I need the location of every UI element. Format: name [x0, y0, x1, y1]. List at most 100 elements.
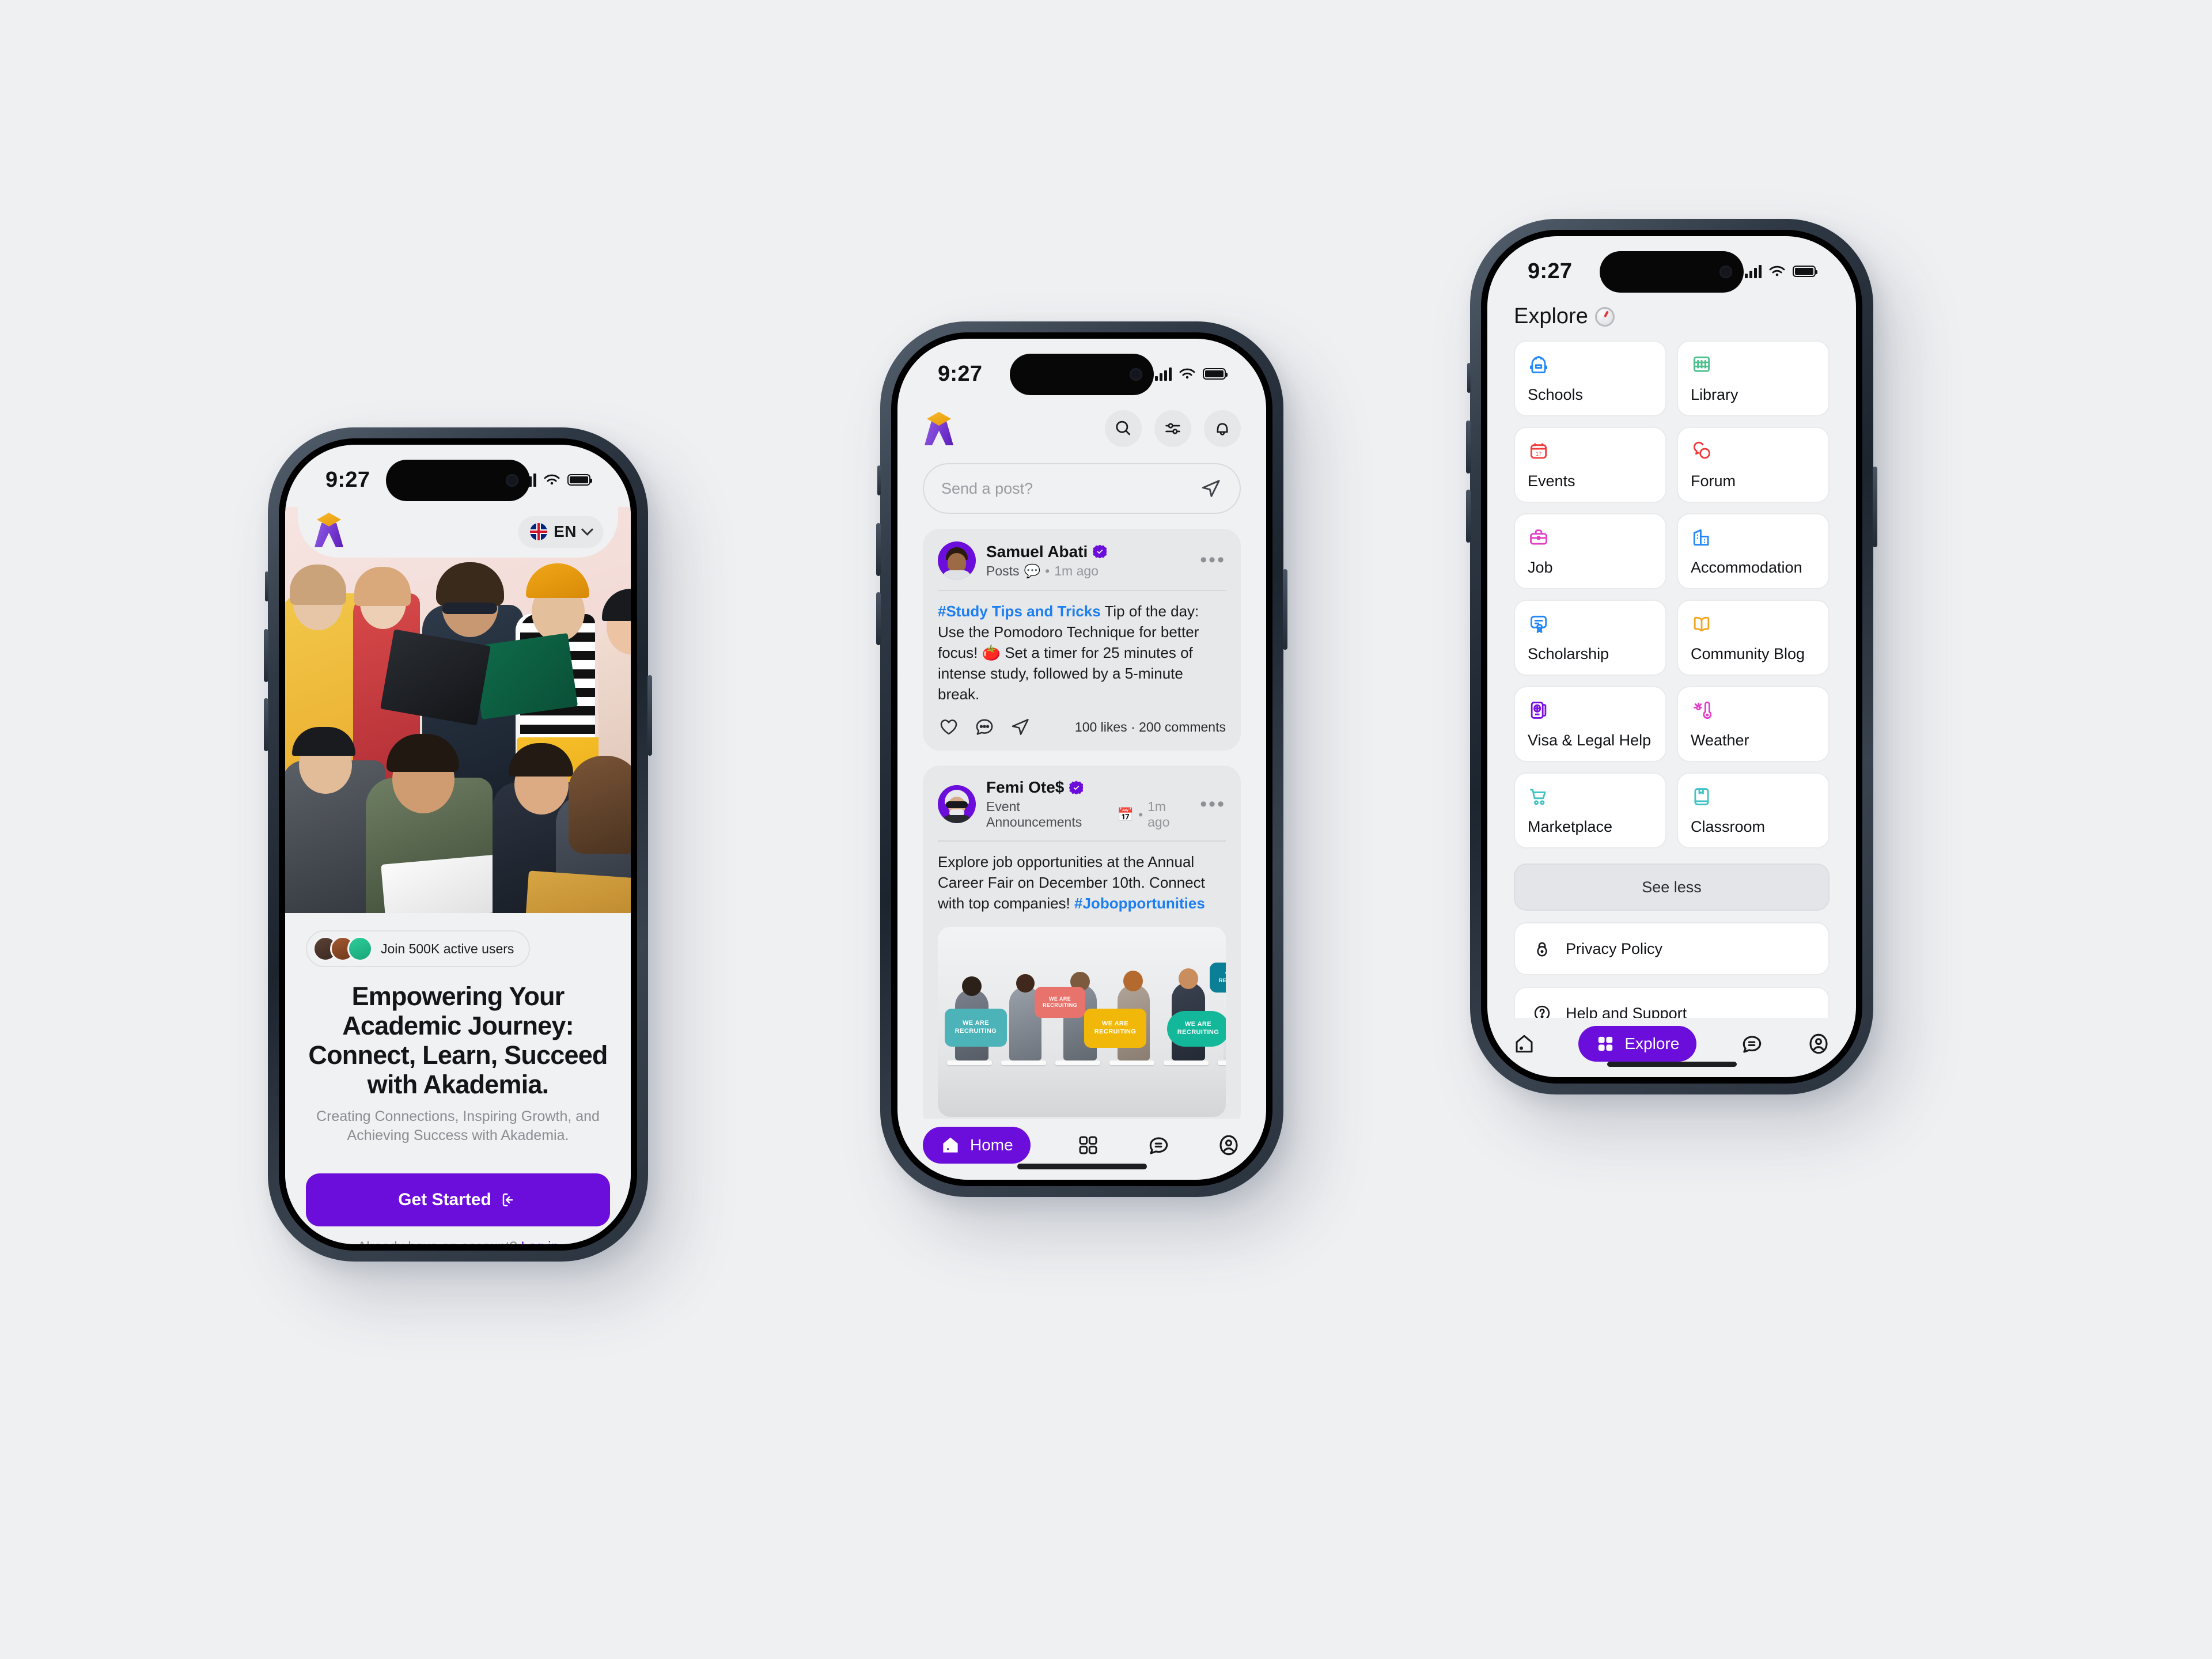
- comment-icon[interactable]: [974, 716, 995, 738]
- status-icons: [1745, 257, 1817, 278]
- speech-bubble-emoji: 💬: [1024, 563, 1041, 578]
- explore-item-marketplace[interactable]: Marketplace: [1514, 772, 1666, 849]
- hero-image: EN: [285, 507, 631, 913]
- dynamic-island: [1010, 354, 1154, 395]
- like-heart-icon[interactable]: [938, 716, 960, 738]
- phone-bezel: 9:27 Explore Schools Library 17 Events F…: [1481, 230, 1862, 1084]
- status-time: 9:27: [1528, 259, 1573, 283]
- page-title: Explore: [1487, 298, 1856, 329]
- mute-switch[interactable]: [1467, 363, 1471, 393]
- power-button[interactable]: [1873, 467, 1877, 547]
- explore-item-visa-legal-help[interactable]: Visa & Legal Help: [1514, 686, 1666, 762]
- mute-switch[interactable]: [877, 465, 881, 495]
- status-bar: 9:27: [1487, 236, 1856, 298]
- phone-mockup-home-feed: 9:27 Send a post? Samuel Abati Posts 💬 •…: [876, 321, 1287, 1197]
- explore-item-label: Classroom: [1691, 818, 1766, 835]
- status-time: 9:27: [938, 361, 983, 386]
- tab-messages[interactable]: [1146, 1133, 1171, 1157]
- avatar[interactable]: [938, 541, 976, 579]
- screen-explore: 9:27 Explore Schools Library 17 Events F…: [1487, 236, 1856, 1077]
- explore-item-label: Visa & Legal Help: [1528, 732, 1652, 749]
- tab-home[interactable]: [1513, 1032, 1536, 1055]
- volume-up-button[interactable]: [264, 629, 268, 682]
- send-icon[interactable]: [1199, 477, 1222, 500]
- status-bar: 9:27: [285, 445, 631, 507]
- get-started-button[interactable]: Get Started: [306, 1173, 610, 1227]
- post-stats: 100 likes · 200 comments: [1075, 719, 1226, 735]
- explore-item-library[interactable]: Library: [1677, 340, 1830, 416]
- mute-switch[interactable]: [265, 571, 268, 601]
- calendar-emoji: 📅: [1117, 806, 1134, 822]
- wifi-icon: [1179, 368, 1195, 378]
- phone-mockup-explore: 9:27 Explore Schools Library 17 Events F…: [1466, 219, 1877, 1094]
- explore-item-schools[interactable]: Schools: [1514, 340, 1666, 416]
- notifications-button[interactable]: [1204, 410, 1241, 447]
- explore-item-events[interactable]: 17 Events: [1514, 427, 1666, 503]
- home-indicator[interactable]: [1607, 1062, 1737, 1067]
- divider: [938, 590, 1226, 591]
- home-indicator[interactable]: [1017, 1164, 1147, 1169]
- avatar[interactable]: [938, 785, 976, 824]
- volume-up-button[interactable]: [1466, 421, 1471, 474]
- bottom-tab-bar: Home: [897, 1119, 1266, 1164]
- volume-up-button[interactable]: [876, 523, 881, 576]
- post-actions: 100 likes · 200 comments: [938, 716, 1226, 738]
- post-meta: Posts 💬 • 1m ago: [986, 563, 1107, 579]
- language-selector[interactable]: EN: [518, 516, 603, 547]
- tab-profile[interactable]: [1217, 1133, 1241, 1157]
- tab-home[interactable]: Home: [923, 1127, 1031, 1164]
- social-proof-pill: Join 500K active users: [306, 930, 531, 967]
- share-icon[interactable]: [1009, 716, 1031, 738]
- explore-item-job[interactable]: Job: [1514, 513, 1666, 589]
- svg-text:17: 17: [1536, 451, 1542, 457]
- post-more-button[interactable]: •••: [1200, 551, 1226, 570]
- tab-explore[interactable]: [1077, 1134, 1100, 1157]
- screen-onboarding: 9:27 EN Join 500K active users Empowerin…: [285, 445, 631, 1244]
- explore-item-weather[interactable]: Weather: [1677, 686, 1830, 762]
- explore-item-community-blog[interactable]: Community Blog: [1677, 600, 1830, 676]
- tab-explore[interactable]: Explore: [1578, 1026, 1697, 1062]
- post-image[interactable]: WE ARE RECRUITING WE ARE RECRUITING WE A…: [938, 927, 1226, 1117]
- akademia-logo-icon[interactable]: [313, 513, 345, 547]
- search-icon: [1116, 421, 1130, 435]
- explore-item-forum[interactable]: Forum: [1677, 427, 1830, 503]
- see-less-button[interactable]: See less: [1514, 863, 1830, 911]
- calendar-icon: 17: [1528, 440, 1653, 463]
- post-hashtag[interactable]: #Jobopportunities: [1074, 895, 1205, 912]
- shopping-cart-icon: [1528, 785, 1653, 808]
- tab-profile[interactable]: [1806, 1032, 1831, 1056]
- notebook-icon: [1691, 785, 1816, 808]
- explore-item-scholarship[interactable]: Scholarship: [1514, 600, 1666, 676]
- wifi-icon: [1769, 266, 1785, 276]
- login-link[interactable]: Log in: [521, 1239, 558, 1244]
- explore-item-classroom[interactable]: Classroom: [1677, 772, 1830, 849]
- post-composer[interactable]: Send a post?: [923, 463, 1241, 514]
- explore-item-accommodation[interactable]: Accommodation: [1677, 513, 1830, 589]
- power-button[interactable]: [647, 675, 652, 756]
- header-actions: [1105, 410, 1241, 447]
- post-hashtag[interactable]: #Study Tips and Tricks: [938, 603, 1101, 620]
- post-more-button[interactable]: •••: [1200, 794, 1226, 813]
- user-icon: [1219, 1135, 1238, 1156]
- volume-down-button[interactable]: [876, 592, 881, 645]
- bell-icon: [1217, 423, 1228, 435]
- power-button[interactable]: [1283, 569, 1287, 650]
- recruiting-bubble: WE ARE RECRUITING: [945, 1009, 1007, 1047]
- front-camera-icon: [1130, 368, 1142, 381]
- chat-icon: [1149, 1137, 1168, 1154]
- status-bar: 9:27: [897, 339, 1266, 401]
- tab-messages[interactable]: [1740, 1032, 1764, 1056]
- filter-icon: [1165, 423, 1180, 434]
- post-meta: Event Announcements 📅 • 1m ago: [986, 799, 1190, 830]
- link-privacy-policy[interactable]: Privacy Policy: [1514, 922, 1830, 975]
- volume-down-button[interactable]: [1466, 490, 1471, 543]
- battery-icon: [1793, 266, 1817, 277]
- akademia-logo-icon[interactable]: [923, 412, 954, 445]
- post-body: #Study Tips and Tricks Tip of the day: U…: [938, 601, 1226, 704]
- search-button[interactable]: [1105, 410, 1142, 447]
- volume-down-button[interactable]: [264, 698, 268, 751]
- post-likes: 100 likes: [1074, 719, 1127, 734]
- wifi-icon: [544, 474, 560, 484]
- explore-item-label: Marketplace: [1528, 818, 1613, 835]
- filter-button[interactable]: [1154, 410, 1191, 447]
